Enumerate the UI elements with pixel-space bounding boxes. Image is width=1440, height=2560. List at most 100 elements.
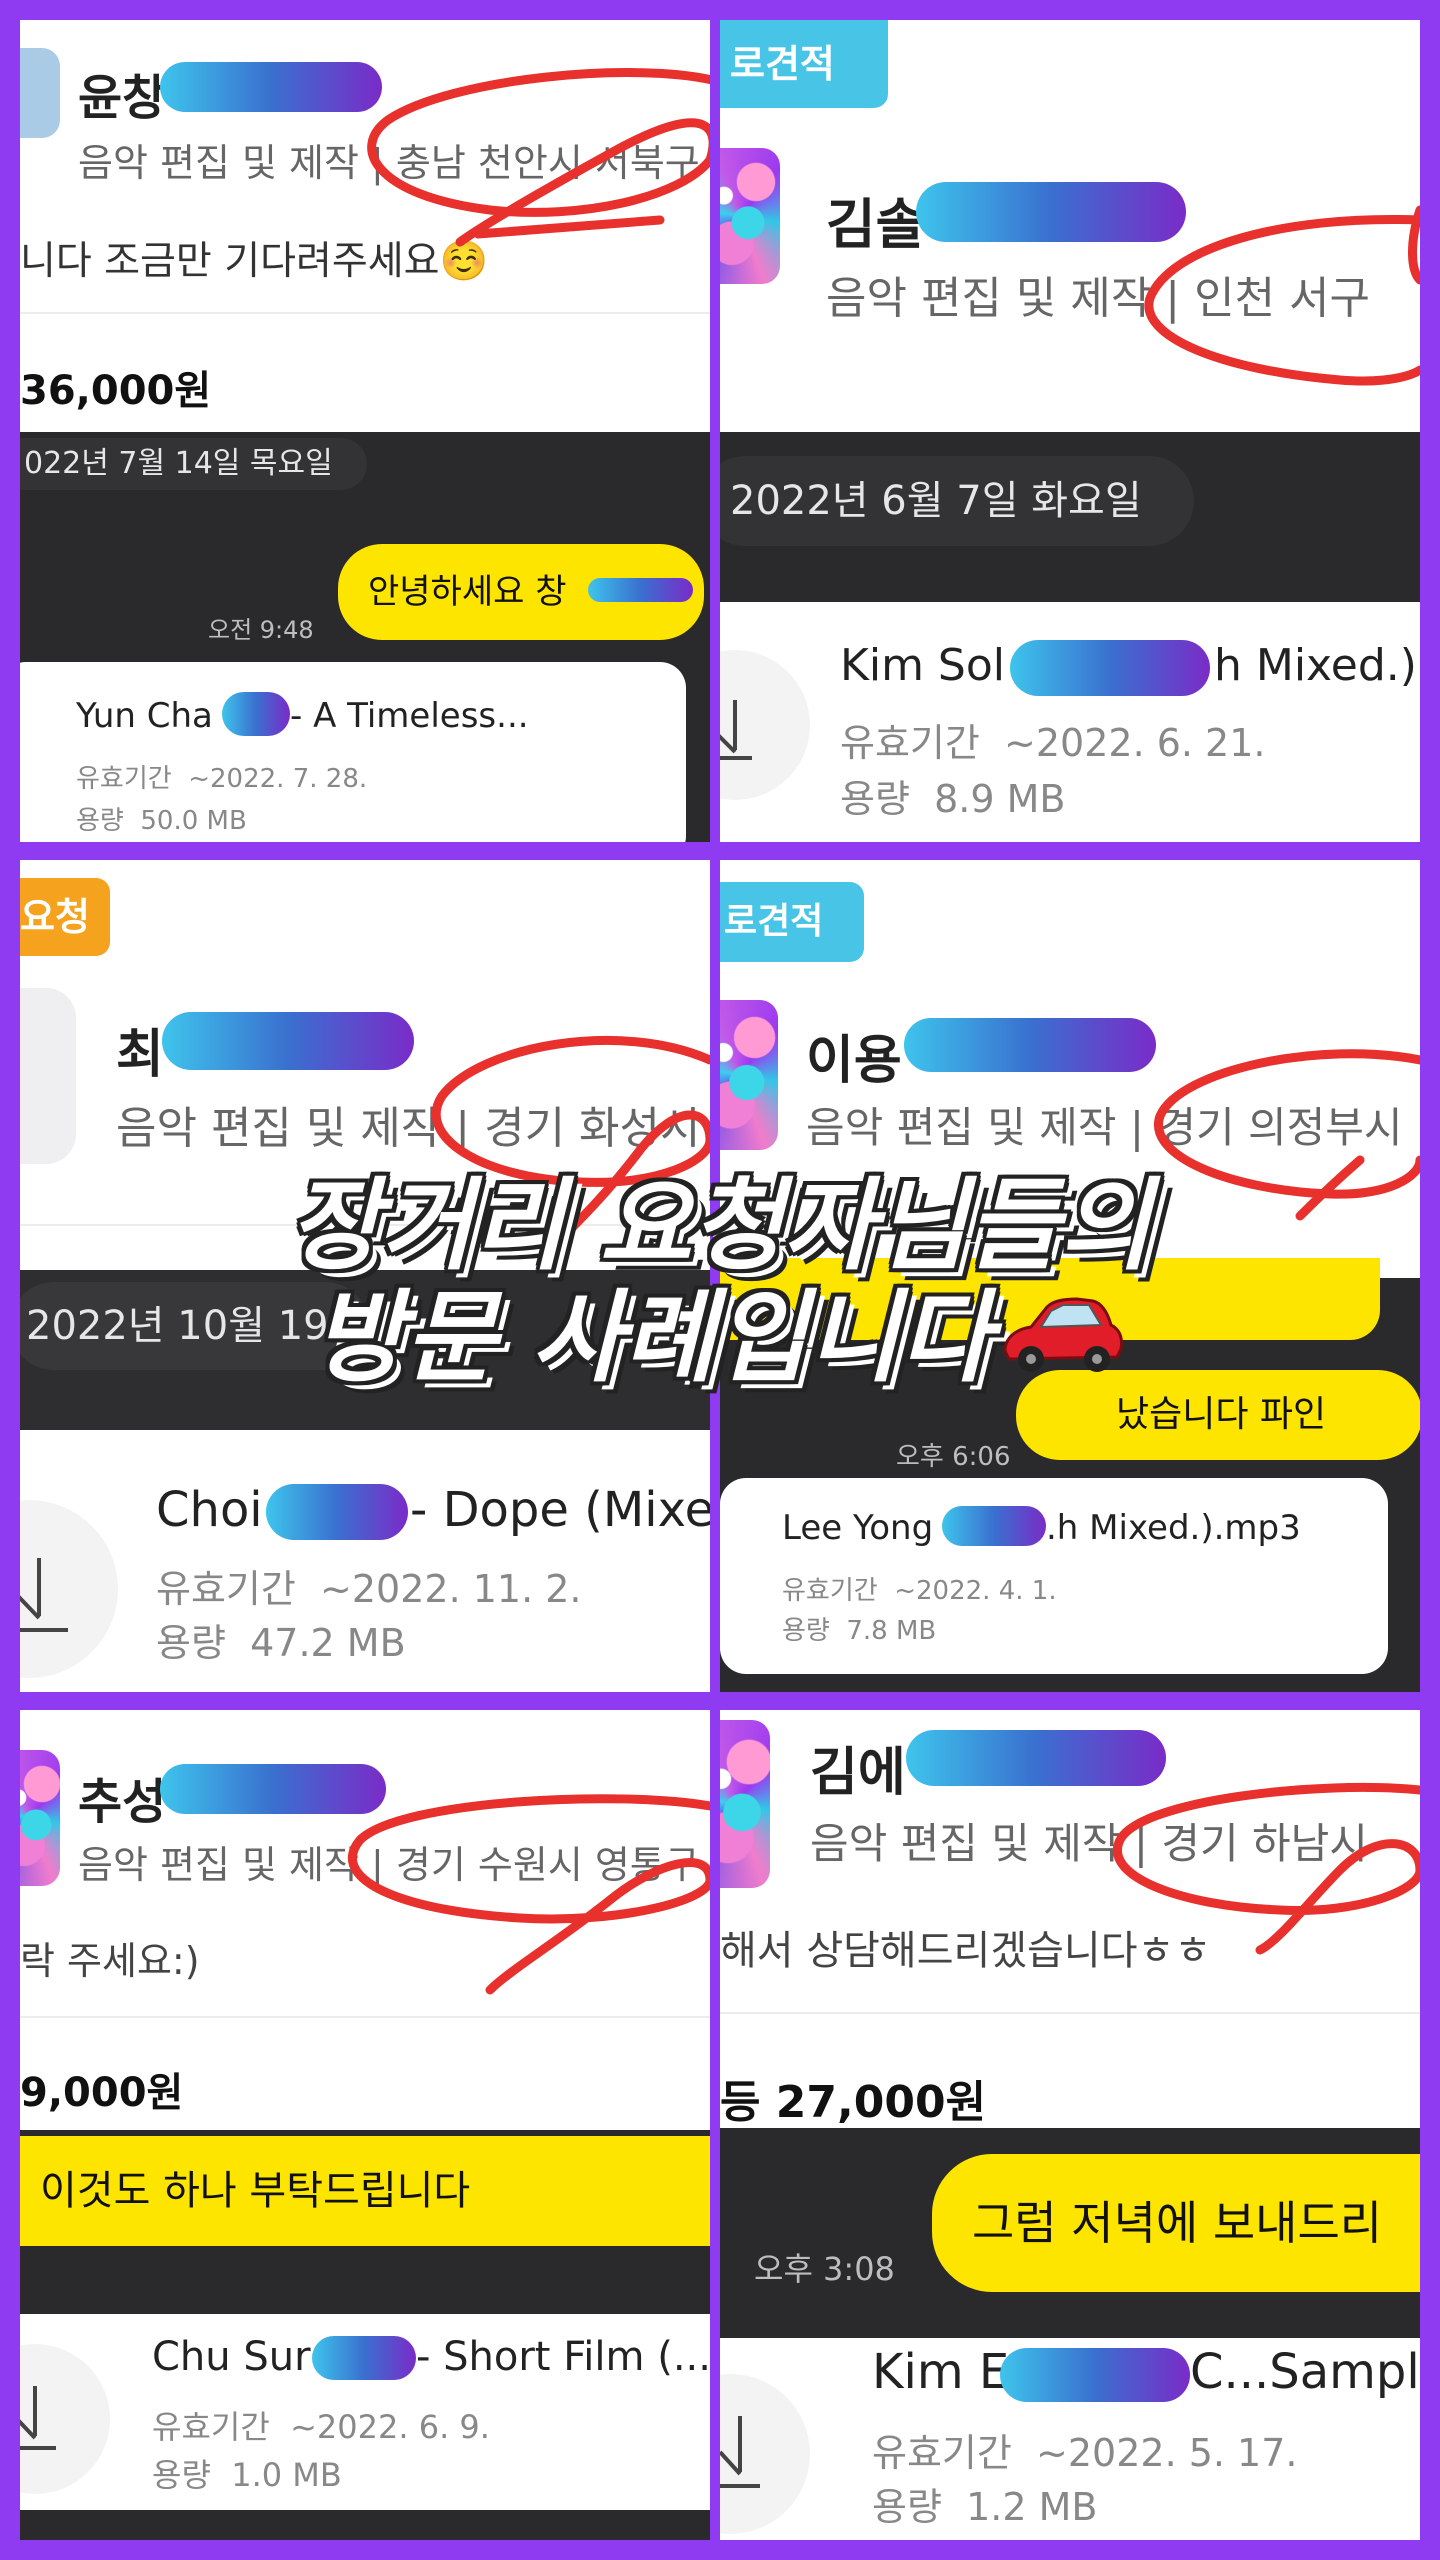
quote-price: 등 27,000원 (720, 2077, 987, 2128)
file-title-redaction (1010, 640, 1210, 696)
name-redaction (162, 1012, 414, 1070)
profile-thumbnail (720, 148, 780, 284)
headline-line-1: 장거리 요청자님들의 (288, 1167, 1152, 1284)
file-expiry: 유효기간 ~2022. 11. 2. (156, 1567, 582, 1611)
file-title-redaction (1000, 2348, 1190, 2402)
file-size: 용량 7.8 MB (782, 1616, 937, 1646)
chat-bubble-text: 안녕하세요 창 (368, 572, 567, 612)
provider-subtitle: 음악 편집 및 제작 | 경기 수원시 영통구 (78, 1843, 700, 1887)
file-title-redaction (312, 2336, 416, 2380)
file-title-end: - Dope (Mixe (410, 1482, 710, 1538)
chat-panel-6: 김에 음악 편집 및 제작 | 경기 하남시 해서 상담해드리겠습니다ㅎㅎ 등 … (720, 1710, 1420, 2540)
divider (20, 2016, 710, 2018)
chat-bubble-text: 그럼 저녁에 보내드리 (972, 2196, 1383, 2250)
message-preview: 락 주세요:) (20, 1939, 200, 1983)
request-tag: 요청 (20, 878, 110, 956)
file-title-start: Lee Yong (782, 1508, 934, 1548)
message-time: 오후 3:08 (754, 2250, 895, 2288)
provider-name: 김에 (810, 1743, 906, 1803)
chat-bubble-text: 이것도 하나 부탁드립니다 (40, 2168, 471, 2214)
file-size: 용량 1.0 MB (152, 2456, 342, 2494)
chat-area: 022년 7월 14일 목요일 안녕하세요 창 오전 9:48 Yun Cha … (20, 432, 710, 842)
divider (720, 2012, 1420, 2014)
file-title-end: h Mixed.) (1214, 640, 1417, 691)
chat-area: 2022년 6월 7일 화요일 (720, 432, 1420, 602)
provider-subtitle: 음악 편집 및 제작 | 경기 화성시 (116, 1103, 701, 1154)
date-divider: 022년 7월 14일 목요일 (20, 438, 367, 490)
file-size: 용량 1.2 MB (872, 2485, 1098, 2529)
file-title-end: C...Sample (1190, 2344, 1420, 2400)
file-card[interactable]: Yun Cha - A Timeless... 유효기간 ~2022. 7. 2… (20, 662, 686, 842)
file-title-start: Choi (156, 1482, 263, 1538)
file-expiry: 유효기간 ~2022. 5. 17. (872, 2431, 1298, 2475)
headline-line-2: 방문 사례입니다 (0, 1282, 1440, 1401)
file-title-redaction (222, 692, 290, 736)
provider-name: 최 (116, 1025, 164, 1085)
chat-panel-2: 로견적 김솔 음악 편집 및 제작 | 인천 서구 2022년 6월 7일 화요… (720, 20, 1420, 842)
provider-subtitle: 음악 편집 및 제작 | 경기 하남시 (810, 1819, 1368, 1868)
profile-thumbnail (720, 1000, 778, 1150)
download-button[interactable] (720, 2374, 810, 2534)
file-expiry: 유효기간 ~2022. 6. 21. (840, 721, 1266, 765)
profile-thumbnail (20, 988, 76, 1164)
file-title-start: Chu Sur (152, 2334, 311, 2380)
provider-name: 추성 (78, 1774, 167, 1830)
file-title-end: - A Timeless... (290, 696, 529, 736)
download-icon (720, 700, 752, 760)
file-title-redaction (942, 1506, 1046, 1546)
bubble-redaction (588, 578, 693, 602)
provider-subtitle: 음악 편집 및 제작 | 충남 천안시 서북구 (78, 141, 700, 185)
message-preview: 해서 상담해드리겠습니다ㅎㅎ (720, 1928, 1212, 1974)
divider (20, 312, 710, 314)
message-time: 오후 6:06 (896, 1442, 1011, 1472)
download-button[interactable] (720, 650, 810, 800)
headline-line-2-text: 방문 사례입니다 (312, 1279, 992, 1396)
quote-price: 9,000원 (20, 2070, 184, 2116)
provider-subtitle: 음악 편집 및 제작 | 경기 의정부시 (806, 1103, 1403, 1152)
chat-bubble-sent[interactable]: 그럼 저녁에 보내드리 (932, 2154, 1420, 2292)
red-car-icon (997, 1289, 1127, 1401)
file-card[interactable]: Chu Sur - Short Film (... 유효기간 ~2022. 6.… (20, 2314, 710, 2510)
chat-panel-5: 추성 음악 편집 및 제작 | 경기 수원시 영통구 락 주세요:) 9,000… (20, 1710, 710, 2540)
file-expiry: 유효기간 ~2022. 7. 28. (76, 764, 368, 794)
chat-panel-1: 윤창 음악 편집 및 제작 | 충남 천안시 서북구 니다 조금만 기다려주세요… (20, 20, 710, 842)
profile-thumbnail (720, 1720, 770, 1888)
chat-bubble-sent[interactable]: 이것도 하나 부탁드립니다 (20, 2136, 710, 2246)
provider-name: 김솔 (826, 193, 926, 256)
name-redaction (160, 1764, 386, 1814)
provider-name: 이용 (806, 1031, 902, 1091)
message-time: 오전 9:48 (208, 616, 314, 644)
file-title-redaction (266, 1484, 408, 1540)
file-size: 용량 47.2 MB (156, 1621, 406, 1665)
download-icon (20, 1558, 68, 1632)
headline-overlay: 장거리 요청자님들의 방문 사례입니다 (0, 1170, 1440, 1401)
download-button[interactable] (20, 1500, 118, 1678)
file-title-start: Kim E (872, 2344, 1010, 2400)
file-expiry: 유효기간 ~2022. 4. 1. (782, 1576, 1057, 1606)
file-title-end: - Short Film (... (416, 2334, 710, 2380)
name-redaction (916, 182, 1186, 242)
file-title-end: .h Mixed.).mp3 (1046, 1508, 1301, 1548)
name-redaction (160, 62, 382, 112)
date-divider: 2022년 6월 7일 화요일 (720, 456, 1194, 546)
name-redaction (904, 1018, 1156, 1072)
provider-name: 윤창 (78, 70, 167, 126)
file-card[interactable]: Lee Yong .h Mixed.).mp3 유효기간 ~2022. 4. 1… (720, 1478, 1388, 1674)
chat-area: 그럼 저녁에 보내드리 오후 3:08 (720, 2128, 1420, 2338)
file-expiry: 유효기간 ~2022. 6. 9. (152, 2408, 490, 2446)
message-preview: 니다 조금만 기다려주세요☺️ (20, 239, 489, 284)
file-size: 용량 8.9 MB (840, 777, 1066, 821)
quote-tag: 로견적 (720, 882, 864, 962)
file-title-start: Yun Cha (76, 696, 213, 736)
name-redaction (906, 1730, 1166, 1786)
profile-thumbnail (20, 1750, 60, 1886)
download-icon (720, 2416, 760, 2488)
provider-subtitle: 음악 편집 및 제작 | 인천 서구 (826, 273, 1371, 324)
quote-tag: 로견적 (720, 20, 888, 108)
download-icon (20, 2386, 56, 2450)
file-title-start: Kim Sol (840, 640, 1005, 691)
profile-thumbnail (20, 48, 60, 138)
quote-price: 36,000원 (20, 368, 212, 414)
file-size: 용량 50.0 MB (76, 806, 247, 836)
download-button[interactable] (20, 2344, 110, 2494)
